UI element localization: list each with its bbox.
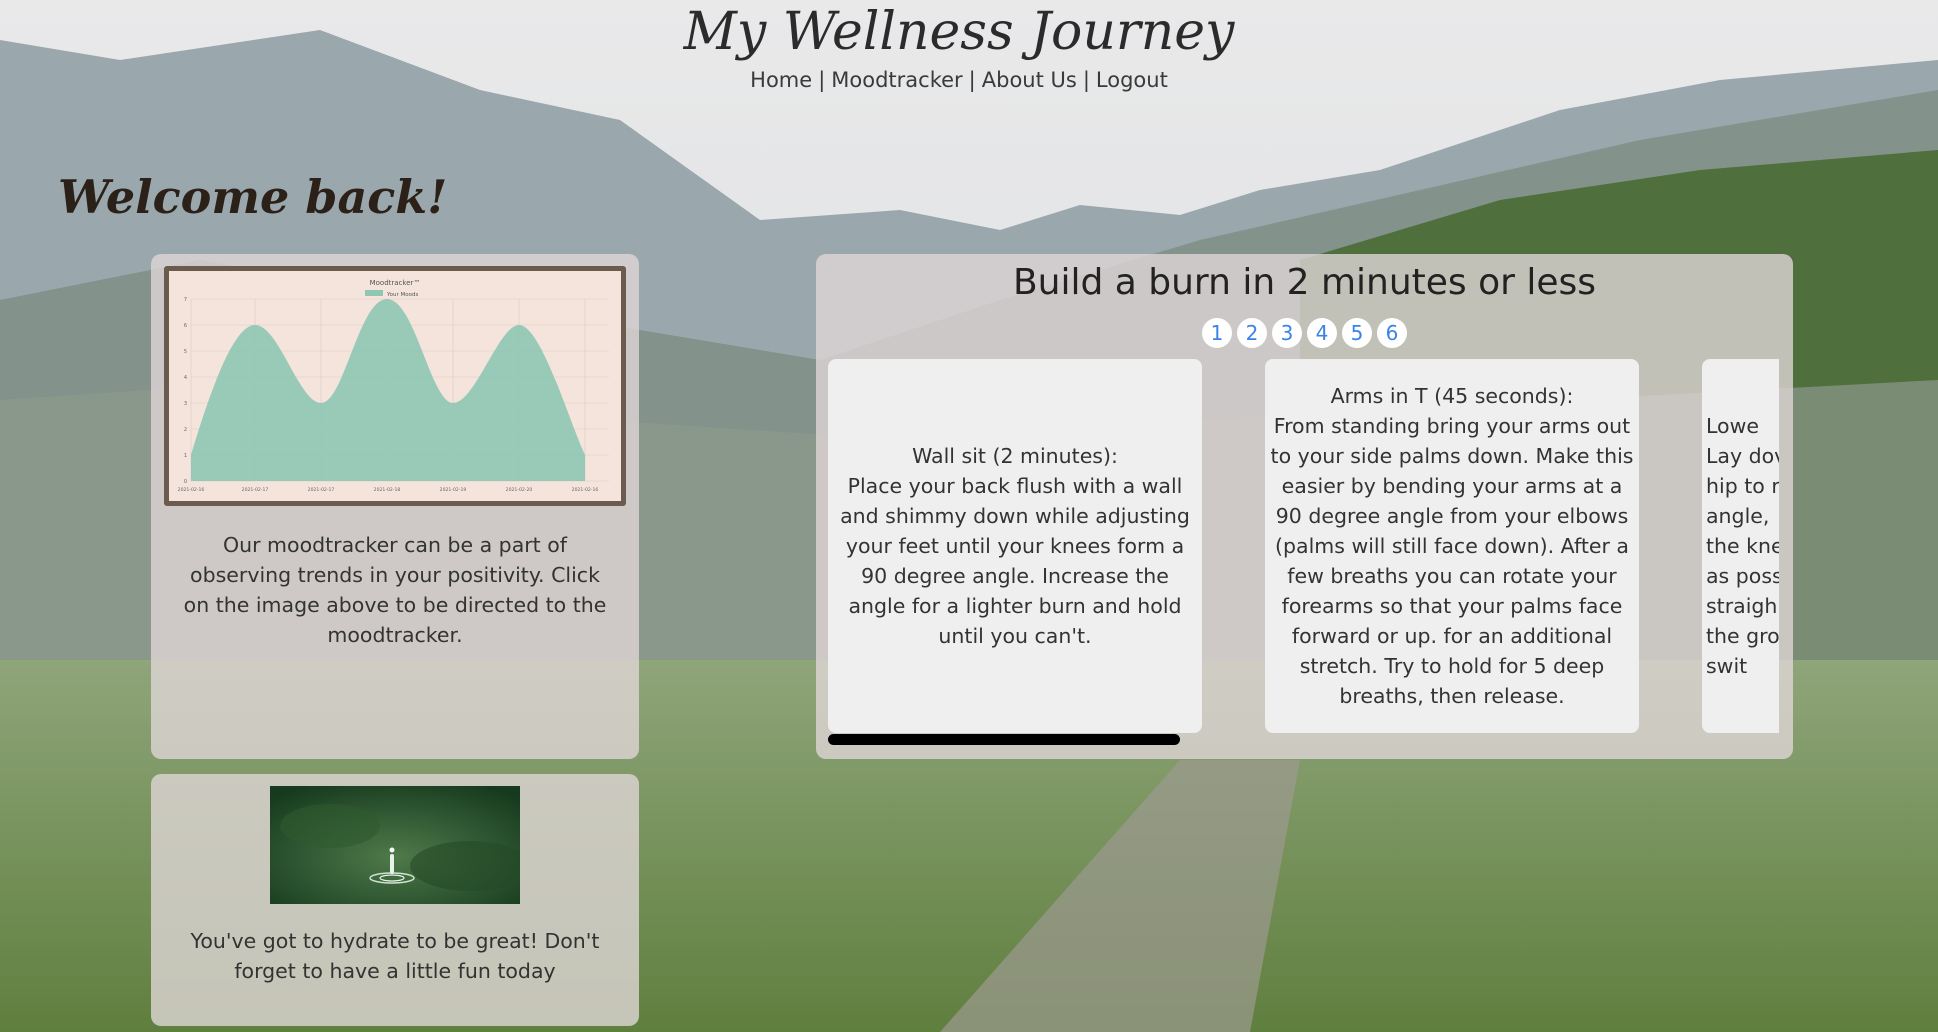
main-nav: Home | Moodtracker | About Us | Logout <box>0 68 1918 92</box>
slide-line: the kne <box>1706 534 1779 558</box>
slide-line: angle, <box>1706 504 1770 528</box>
slide-body: From standing bring your arms out to you… <box>1270 414 1634 708</box>
chart-x-tick: 2021-02-19 <box>440 487 467 493</box>
chart-y-tick: 4 <box>184 375 187 381</box>
chart-y-tick: 5 <box>184 349 187 355</box>
nav-separator: | <box>818 68 826 92</box>
page-dot-4[interactable]: 4 <box>1307 318 1337 348</box>
chart-y-tick: 0 <box>184 479 187 485</box>
chart-legend-label: Your Moods <box>386 292 418 298</box>
chart-legend-swatch <box>365 290 383 296</box>
chart-x-tick: 2021-02-18 <box>374 487 401 493</box>
page-dot-1[interactable]: 1 <box>1202 318 1232 348</box>
slide-arms-in-t: Arms in T (45 seconds): From standing br… <box>1265 359 1639 733</box>
nav-separator: | <box>1082 68 1090 92</box>
chart-y-tick: 3 <box>184 401 187 407</box>
slide-heading: Lowe <box>1706 414 1759 438</box>
slides-viewport: Wall sit (2 minutes): Place your back fl… <box>828 359 1779 744</box>
burn-workout-card: Build a burn in 2 minutes or less 1 2 3 … <box>816 254 1793 759</box>
chart-x-tick: 2021-02-20 <box>506 487 533 493</box>
slides-track: Wall sit (2 minutes): Place your back fl… <box>828 359 1779 733</box>
page-dot-6[interactable]: 6 <box>1377 318 1407 348</box>
burn-card-title: Build a burn in 2 minutes or less <box>1012 262 1597 303</box>
moodtracker-chart-image: Moodtracker™ Your Moods 0 1 2 3 4 5 6 7 … <box>169 271 621 501</box>
slide-heading: Wall sit (2 minutes): <box>912 444 1118 468</box>
chart-y-tick: 1 <box>184 453 187 459</box>
chart-y-tick: 6 <box>184 323 187 329</box>
chart-image-title: Moodtracker™ <box>370 279 421 287</box>
chart-y-tick: 2 <box>184 427 187 433</box>
chart-y-tick: 7 <box>184 297 187 303</box>
page-dot-2[interactable]: 2 <box>1237 318 1267 348</box>
slide-line: hip to r <box>1706 474 1779 498</box>
nav-about-us-link[interactable]: About Us <box>982 68 1077 92</box>
slide-heading: Arms in T (45 seconds): <box>1330 384 1574 408</box>
nav-separator: | <box>968 68 976 92</box>
site-title: My Wellness Journey <box>683 2 1235 62</box>
page-dot-5[interactable]: 5 <box>1342 318 1372 348</box>
slide-wall-sit: Wall sit (2 minutes): Place your back fl… <box>828 359 1202 733</box>
chart-x-tick: 2021-02-16 <box>572 487 599 493</box>
slides-scrollbar[interactable] <box>828 734 1180 745</box>
chart-x-tick: 2021-02-16 <box>178 487 205 493</box>
moodtracker-description: Our moodtracker can be a part of observi… <box>183 533 607 647</box>
moodtracker-image-link[interactable]: Moodtracker™ Your Moods 0 1 2 3 4 5 6 7 … <box>164 266 626 506</box>
slide-pagination: 1 2 3 4 5 6 <box>816 318 1793 348</box>
nav-logout-link[interactable]: Logout <box>1096 68 1168 92</box>
hydrate-card: You've got to hydrate to be great! Don't… <box>151 774 639 1026</box>
slide-line: swit <box>1706 654 1748 678</box>
water-drop-image <box>270 786 520 904</box>
slide-line: as poss <box>1706 564 1779 588</box>
hydrate-description: You've got to hydrate to be great! Don't… <box>190 929 600 983</box>
slide-line: straigh <box>1706 594 1778 618</box>
nav-home-link[interactable]: Home <box>750 68 812 92</box>
chart-x-tick: 2021-02-17 <box>308 487 335 493</box>
welcome-heading: Welcome back! <box>58 170 448 224</box>
slide-body: Place your back flush with a wall and sh… <box>840 474 1190 648</box>
nav-moodtracker-link[interactable]: Moodtracker <box>831 68 962 92</box>
moodtracker-card: Moodtracker™ Your Moods 0 1 2 3 4 5 6 7 … <box>151 254 639 759</box>
page-dot-3[interactable]: 3 <box>1272 318 1302 348</box>
slide-line: the grou <box>1706 624 1779 648</box>
chart-x-tick: 2021-02-17 <box>242 487 269 493</box>
slide-line: Lay dov <box>1706 444 1779 468</box>
slide-partial: Lowe Lay dov hip to r angle, the kne as … <box>1702 359 1779 733</box>
